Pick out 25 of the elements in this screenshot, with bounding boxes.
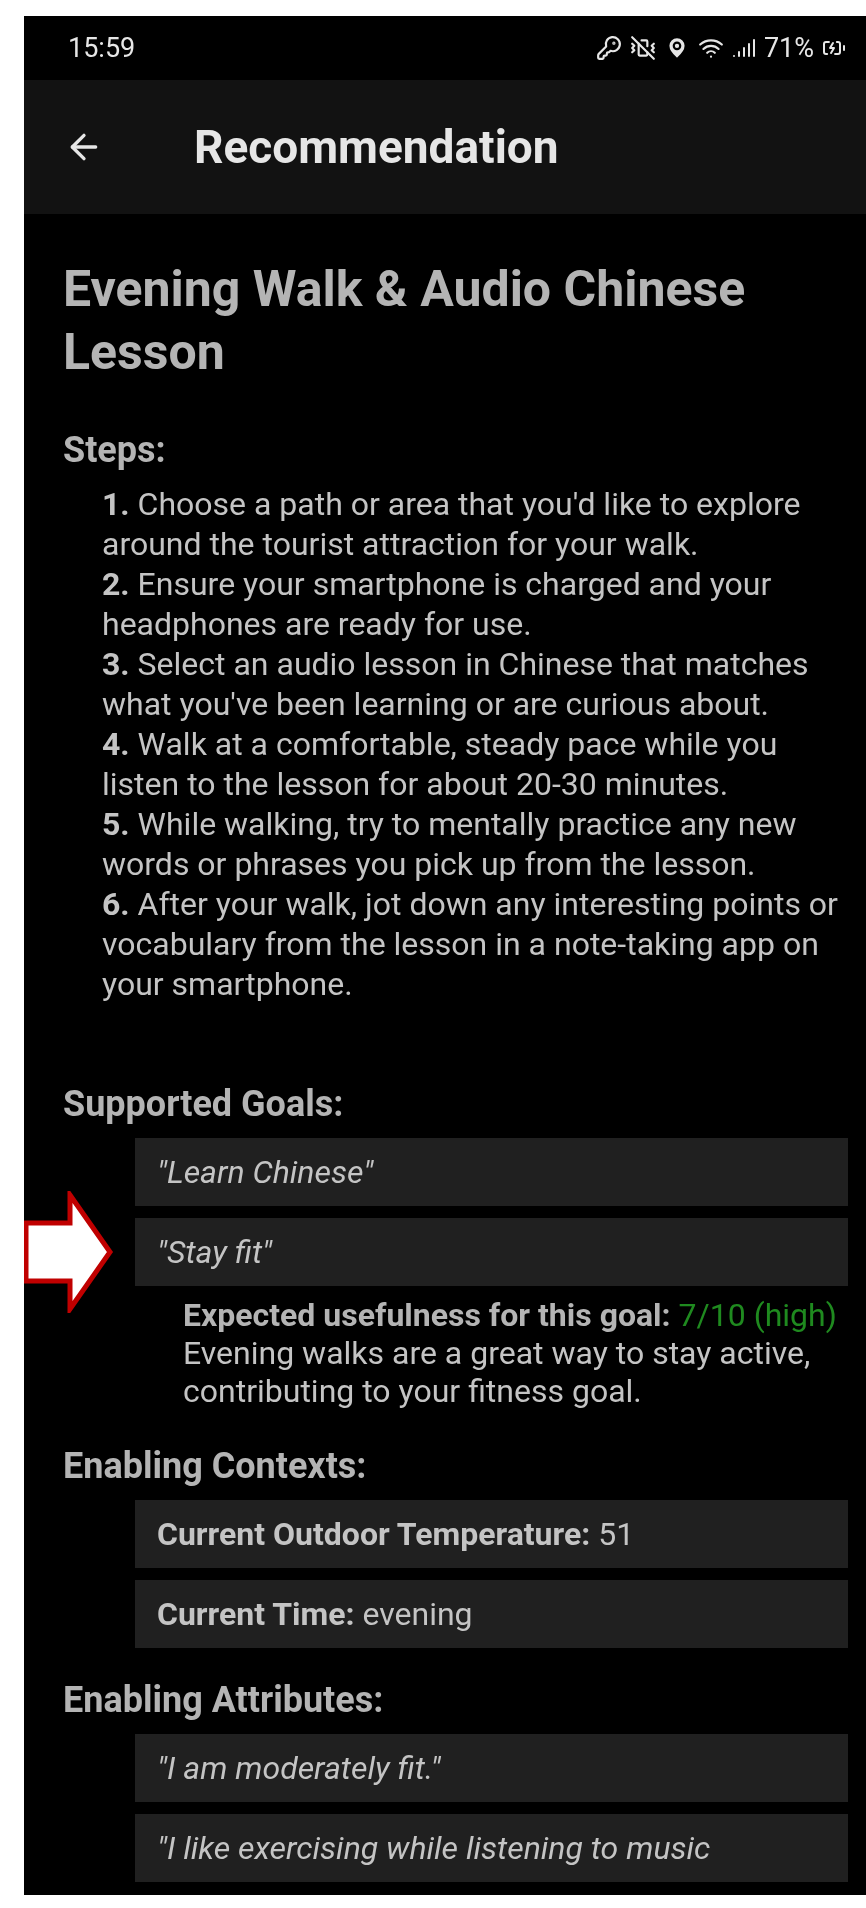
step-text: 2. Ensure your smartphone is charged and your headphones are ready for use. [102, 564, 773, 644]
step-text: 3. Select an audio lesson in Chinese that matches what you've been learning or are curious about. [102, 644, 810, 724]
attribute-item: "I like exercising while listening to music [135, 1814, 848, 1882]
step-text: 6. After your walk, jot down any interesting points or vocabulary from the lesson in a note-taking app on your smartphone. [102, 884, 839, 1004]
recommendation-title: Evening Walk & Audio Chinese Lesson [63, 259, 747, 383]
section-heading: Supported Goals: [63, 1082, 345, 1126]
battery-percent: 71% [763, 32, 814, 64]
context-item: Current Time: evening [135, 1580, 848, 1648]
vibrate-off-icon [629, 35, 656, 61]
context-item: Current Outdoor Temperature: 51 [135, 1500, 848, 1568]
signal-icon [731, 36, 756, 60]
section-heading: Enabling Attributes: [63, 1678, 385, 1722]
step-text: 1. Choose a path or area that you'd like to explore around the tourist attraction for your walk. [102, 484, 802, 564]
usefulness-rating: 7/10 (high) [678, 1296, 837, 1334]
step-text: 5. While walking, try to mentally practice any new words or phrases you pick up from the lesson. [102, 804, 798, 884]
section-heading: Enabling Contexts: [63, 1444, 368, 1488]
screen-title: Recommendation [194, 120, 559, 174]
status-time: 15:59 [68, 32, 136, 64]
section-heading: Steps: [63, 428, 167, 472]
step-text: 4. Walk at a comfortable, steady pace while you listen to the lesson for about 20-30 minutes. [102, 724, 779, 804]
goal-description: Evening walks are a great way to stay active, contributing to your fitness goal. [183, 1334, 812, 1410]
key-icon [595, 35, 622, 61]
usefulness-label: Expected usefulness for this goal: [183, 1296, 671, 1334]
goal-item[interactable]: "Learn Chinese" [135, 1138, 848, 1206]
attribute-item: "I am moderately fit." [135, 1734, 848, 1802]
